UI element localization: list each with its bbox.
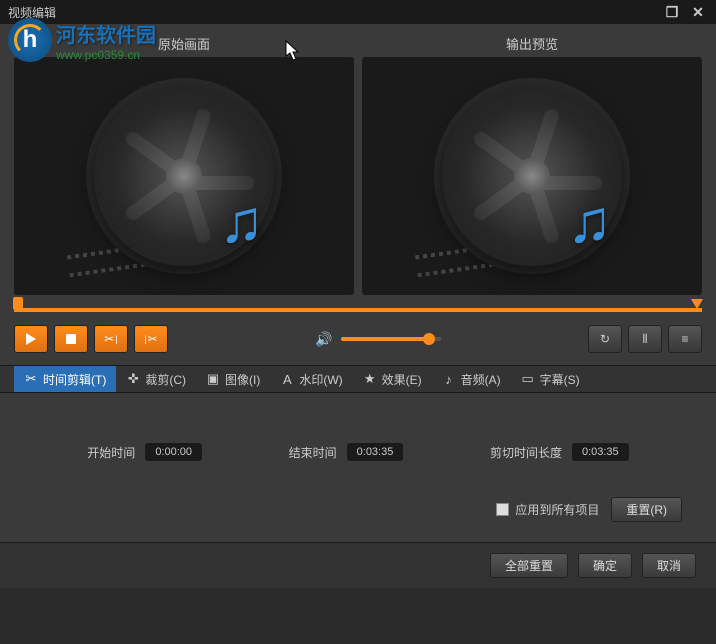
trim-length-label: 剪切时间长度 bbox=[490, 444, 562, 461]
video-placeholder-icon: ♫ bbox=[442, 86, 622, 266]
start-time-value[interactable]: 0:00:00 bbox=[145, 443, 202, 461]
end-time-label: 结束时间 bbox=[289, 444, 337, 461]
apply-all-checkbox[interactable] bbox=[496, 503, 509, 516]
cut-end-button[interactable]: |✂ bbox=[134, 325, 168, 353]
trim-length-value[interactable]: 0:03:35 bbox=[572, 443, 629, 461]
image-icon: ▣ bbox=[206, 371, 220, 387]
tab-label: 音频(A) bbox=[461, 371, 501, 388]
rotate-button[interactable]: ↻ bbox=[588, 325, 622, 353]
start-time-label: 开始时间 bbox=[87, 444, 135, 461]
tab-label: 时间剪辑(T) bbox=[43, 371, 106, 388]
tab-crop[interactable]: ✜ 裁剪(C) bbox=[116, 366, 196, 392]
tab-label: 水印(W) bbox=[299, 371, 342, 388]
tab-audio[interactable]: ♪ 音频(A) bbox=[432, 366, 511, 392]
tab-label: 效果(E) bbox=[382, 371, 422, 388]
volume-knob[interactable] bbox=[423, 333, 435, 345]
stop-button[interactable] bbox=[54, 325, 88, 353]
reset-tab-button[interactable]: 重置(R) bbox=[611, 497, 682, 522]
subtitle-icon: ▭ bbox=[521, 371, 535, 387]
scissors-icon: ✂ bbox=[24, 371, 38, 387]
original-preview: ♫ bbox=[14, 57, 354, 295]
crop-icon: ✜ bbox=[126, 371, 140, 387]
tab-watermark[interactable]: A 水印(W) bbox=[270, 366, 352, 392]
window-title: 视频编辑 bbox=[8, 4, 56, 21]
tab-effects[interactable]: ★ 效果(E) bbox=[353, 366, 432, 392]
tab-image[interactable]: ▣ 图像(I) bbox=[196, 366, 270, 392]
flip-horizontal-button[interactable]: ⦀ bbox=[628, 325, 662, 353]
effects-icon: ★ bbox=[363, 371, 377, 387]
apply-all-label: 应用到所有项目 bbox=[515, 501, 599, 518]
ok-button[interactable]: 确定 bbox=[578, 553, 632, 578]
watermark-icon: A bbox=[280, 372, 294, 387]
volume-icon[interactable]: 🔊 bbox=[315, 331, 332, 348]
original-preview-label: 原始画面 bbox=[14, 30, 354, 57]
tab-time-trim[interactable]: ✂ 时间剪辑(T) bbox=[14, 366, 116, 392]
trim-end-handle[interactable] bbox=[691, 299, 703, 309]
tab-label: 图像(I) bbox=[225, 371, 260, 388]
trim-timeline[interactable] bbox=[14, 303, 702, 317]
end-time-value[interactable]: 0:03:35 bbox=[347, 443, 404, 461]
play-button[interactable] bbox=[14, 325, 48, 353]
flip-vertical-button[interactable]: ≡ bbox=[668, 325, 702, 353]
cut-start-button[interactable]: ✂| bbox=[94, 325, 128, 353]
video-placeholder-icon: ♫ bbox=[94, 86, 274, 266]
tab-label: 字幕(S) bbox=[540, 371, 580, 388]
close-button[interactable]: ✕ bbox=[688, 4, 708, 20]
audio-icon: ♪ bbox=[442, 372, 456, 387]
output-preview-label: 输出预览 bbox=[362, 30, 702, 57]
tab-subtitle[interactable]: ▭ 字幕(S) bbox=[511, 366, 590, 392]
maximize-button[interactable]: ❐ bbox=[662, 4, 682, 20]
tab-label: 裁剪(C) bbox=[145, 371, 186, 388]
volume-slider[interactable] bbox=[341, 337, 441, 341]
output-preview: ♫ bbox=[362, 57, 702, 295]
cancel-button[interactable]: 取消 bbox=[642, 553, 696, 578]
reset-all-button[interactable]: 全部重置 bbox=[490, 553, 568, 578]
